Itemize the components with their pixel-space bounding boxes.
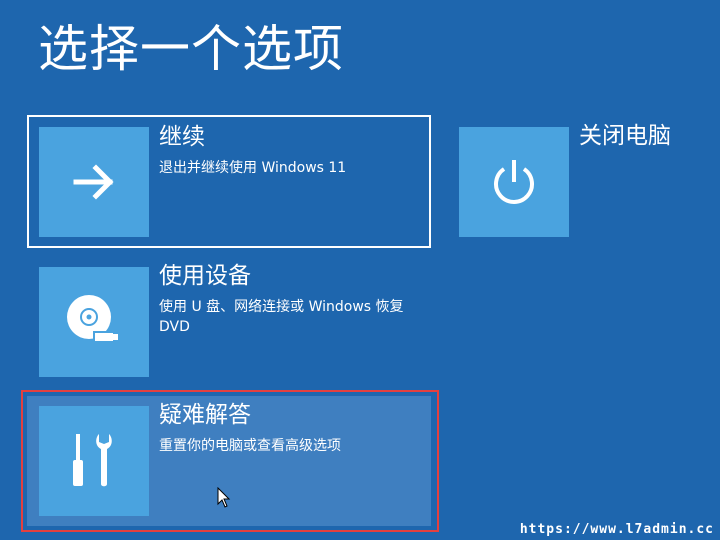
use-device-title: 使用设备 <box>159 263 251 289</box>
use-device-description: 使用 U 盘、网络连接或 Windows 恢复 DVD <box>159 299 404 335</box>
continue-title: 继续 <box>159 124 205 150</box>
tools-icon <box>39 406 149 516</box>
mouse-cursor-icon <box>217 487 231 508</box>
use-device-option[interactable]: 使用设备 使用 U 盘、网络连接或 Windows 恢复 DVD <box>27 255 431 388</box>
troubleshoot-description: 重置你的电脑或查看高级选项 <box>159 438 341 454</box>
watermark: https://www.l7admin.cc <box>519 522 714 537</box>
continue-option[interactable]: 继续 退出并继续使用 Windows 11 <box>27 115 431 248</box>
disc-usb-icon <box>39 267 149 377</box>
troubleshoot-title: 疑难解答 <box>159 402 251 428</box>
power-icon <box>459 127 569 237</box>
continue-description: 退出并继续使用 Windows 11 <box>159 160 347 176</box>
page-title: 选择一个选项 <box>38 20 344 78</box>
arrow-right-icon <box>39 127 149 237</box>
shutdown-option[interactable]: 关闭电脑 <box>447 115 707 248</box>
shutdown-title: 关闭电脑 <box>579 123 671 149</box>
